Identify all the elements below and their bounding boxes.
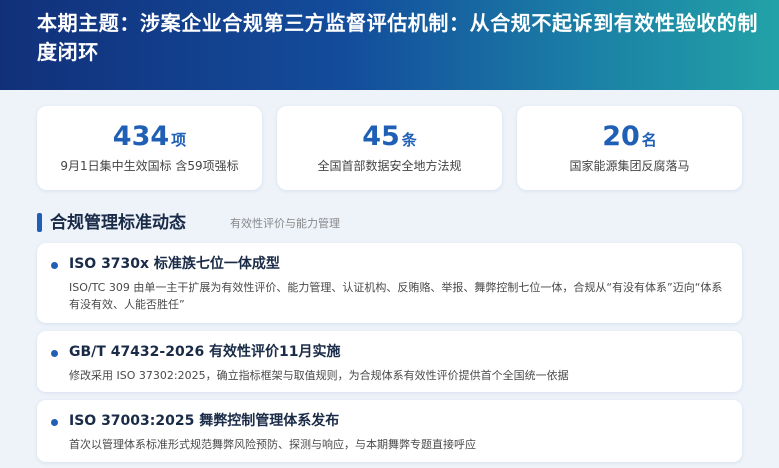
stat-unit: 项	[171, 131, 187, 149]
stat-desc: 国家能源集团反腐落马	[569, 159, 690, 173]
news-card-body: ISO/TC 309 由单一主干扩展为有效性评价、能力管理、认证机构、反贿赂、举…	[69, 281, 723, 311]
news-card[interactable]: ISO 3730x 标准族七位一体成型 ISO/TC 309 由单一主干扩展为有…	[37, 243, 742, 323]
stat-card-data-security: 45 条 全国首部数据安全地方法规	[277, 106, 502, 190]
section-heading: 合规管理标准动态 有效性评价与能力管理	[37, 210, 637, 236]
stat-card-standards: 434 项 9月1日集中生效国标 含59项强标	[37, 106, 262, 190]
stat-unit: 条	[401, 131, 417, 149]
page-title: 本期主题：涉案企业合规第三方监督评估机制：从合规不起诉到有效性验收的制度闭环	[37, 11, 758, 64]
stat-desc: 9月1日集中生效国标 含59项强标	[60, 159, 239, 173]
stats-row: 434 项 9月1日集中生效国标 含59项强标 45 条 全国首部数据安全地方法规 …	[37, 106, 742, 190]
news-card[interactable]: GB/T 47432-2026 有效性评价11月实施 修改采用 ISO 3730…	[37, 331, 742, 392]
bullet-dot-icon	[51, 350, 58, 357]
news-card-title: GB/T 47432-2026 有效性评价11月实施	[69, 344, 341, 360]
stat-value: 434	[112, 121, 170, 152]
bullet-dot-icon	[51, 419, 58, 426]
stat-unit: 名	[641, 131, 657, 149]
stat-value: 20	[602, 121, 640, 152]
stat-value: 45	[362, 121, 400, 152]
page-header: 本期主题：涉案企业合规第三方监督评估机制：从合规不起诉到有效性验收的制度闭环	[0, 0, 779, 90]
news-card[interactable]: ISO 37003:2025 舞弊控制管理体系发布 首次以管理体系标准形式规范舞…	[37, 400, 742, 462]
stat-card-anticorruption: 20 名 国家能源集团反腐落马	[517, 106, 742, 190]
section-accent-bar	[37, 213, 42, 232]
section-title: 合规管理标准动态	[50, 213, 186, 233]
bullet-dot-icon	[51, 262, 58, 269]
news-card-body: 首次以管理体系标准形式规范舞弊风险预防、探测与响应，与本期舞弊专题直接呼应	[69, 438, 476, 451]
news-card-title: ISO 3730x 标准族七位一体成型	[69, 256, 280, 272]
news-card-title: ISO 37003:2025 舞弊控制管理体系发布	[69, 413, 340, 429]
news-card-body: 修改采用 ISO 37302:2025，确立指标框架与取值规则，为合规体系有效性…	[69, 369, 569, 382]
section-subtitle: 有效性评价与能力管理	[230, 217, 340, 230]
stat-desc: 全国首部数据安全地方法规	[317, 159, 462, 173]
